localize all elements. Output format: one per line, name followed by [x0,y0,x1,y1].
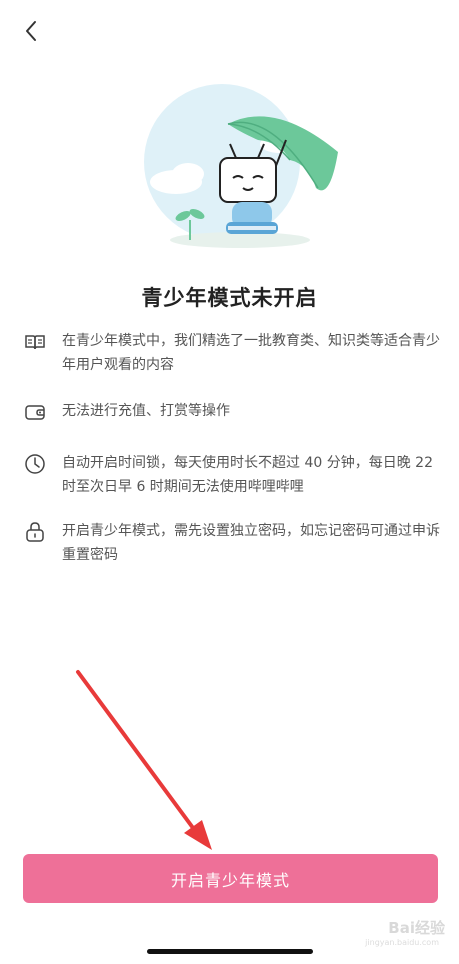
feature-item-password: 开启青少年模式，需先设置独立密码，如忘记密码可通过申诉重置密码 [22,519,442,567]
home-indicator[interactable] [147,949,313,954]
book-icon [22,329,48,355]
lock-icon [22,519,48,545]
feature-text: 在青少年模式中，我们精选了一批教育类、知识类等适合青少年用户观看的内容 [62,333,440,373]
watermark-url: jingyan.baidu.com [365,938,439,947]
hero-illustration [144,84,338,248]
chevron-left-icon [26,21,36,41]
enable-teen-mode-button[interactable]: 开启青少年模式 [23,854,438,903]
feature-text: 开启青少年模式，需先设置独立密码，如忘记密码可通过申诉重置密码 [62,523,440,563]
clock-icon [22,451,48,477]
back-button[interactable] [16,16,46,46]
feature-item-no-payment: 无法进行充值、打赏等操作 [22,399,442,425]
wallet-icon [22,399,48,425]
teen-mode-screen: 青少年模式未开启 在青少年模式中，我们精选了一批教育类、知识类等适合青少年用户观… [0,0,459,964]
watermark-logo: Bai经验 [388,919,445,937]
feature-item-curated-content: 在青少年模式中，我们精选了一批教育类、知识类等适合青少年用户观看的内容 [22,329,442,377]
page-title: 青少年模式未开启 [141,286,318,310]
feature-text: 自动开启时间锁，每天使用时长不超过 40 分钟，每日晚 22 时至次日早 6 时… [62,455,433,495]
feature-text: 无法进行充值、打赏等操作 [62,403,230,419]
feature-item-time-lock: 自动开启时间锁，每天使用时长不超过 40 分钟，每日晚 22 时至次日早 6 时… [22,451,442,499]
